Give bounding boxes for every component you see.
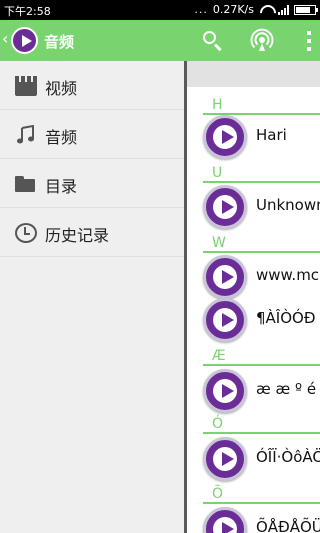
section-header-o-tilde: Õ <box>187 484 320 505</box>
drawer-item-audio[interactable]: 音频 <box>0 110 184 159</box>
app-logo-icon[interactable] <box>11 27 38 54</box>
section-header-u: U <box>187 163 320 184</box>
drawer-item-label: 历史记录 <box>45 226 110 245</box>
battery-icon <box>294 4 318 15</box>
search-icon <box>203 31 216 44</box>
page-title: 音频 <box>44 33 75 51</box>
drawer-item-video[interactable]: 视频 <box>0 61 184 110</box>
section-letter: Õ <box>212 486 224 502</box>
film-icon <box>15 76 37 96</box>
play-icon[interactable] <box>203 255 247 299</box>
drawer-item-label: 目录 <box>45 177 78 196</box>
drawer-item-label: 视频 <box>45 79 78 98</box>
nav-drawer: 视频 音频 目录 历史记录 <box>0 61 184 533</box>
more-vert-icon[interactable] <box>296 28 320 54</box>
play-icon[interactable] <box>203 369 247 413</box>
section-letter: H <box>212 97 223 113</box>
list-item[interactable]: Hari <box>187 112 320 160</box>
wifi-icon <box>259 5 273 15</box>
play-icon[interactable] <box>203 507 247 533</box>
section-letter: W <box>212 235 226 251</box>
history-clock-icon <box>15 223 37 243</box>
folder-icon <box>15 174 37 194</box>
drawer-item-history[interactable]: 历史记录 <box>0 208 184 257</box>
list-item[interactable]: Unknown <box>187 182 320 230</box>
section-letter: Ó <box>212 416 224 432</box>
list-item[interactable]: ÕÅÐÅÕÜ <box>187 504 320 533</box>
track-title: ÕÅÐÅÕÜ <box>256 518 320 533</box>
cast-button[interactable] <box>249 28 275 54</box>
audio-list[interactable]: H Hari U Unknown W www.mc ¶ÀÎÒÓÐ Æ æ æ º… <box>187 61 320 533</box>
search-icon-handle <box>213 43 222 52</box>
track-title: æ æ º é <box>256 380 317 398</box>
status-dots: ... <box>194 3 208 16</box>
drawer-item-label: 音频 <box>45 128 78 147</box>
track-title: www.mc <box>256 266 320 284</box>
track-title: Unknown <box>256 196 320 214</box>
section-header-ae: Æ <box>187 346 320 367</box>
drawer-item-directory[interactable]: 目录 <box>0 159 184 208</box>
section-letter: Æ <box>212 348 226 364</box>
section-letter: U <box>212 165 223 181</box>
back-chevron-icon[interactable]: ‹ <box>2 31 8 47</box>
play-icon[interactable] <box>203 115 247 159</box>
app-header: ‹ 音频 <box>0 20 320 61</box>
list-item[interactable]: æ æ º é <box>187 366 320 414</box>
play-icon[interactable] <box>203 298 247 342</box>
list-item[interactable]: www.mc <box>187 252 320 300</box>
signal-icon <box>278 4 289 15</box>
play-icon[interactable] <box>203 437 247 481</box>
status-time: 下午2:58 <box>4 5 51 18</box>
track-title: Hari <box>256 126 287 144</box>
status-right: ... 0.27K/s <box>194 3 318 16</box>
track-title: ÓÎÏ·ÒôÀÖ <box>256 448 320 466</box>
track-title: ¶ÀÎÒÓÐ <box>256 309 316 327</box>
music-note-icon <box>17 125 34 144</box>
list-item[interactable]: ¶ÀÎÒÓÐ <box>187 295 320 343</box>
cast-icon <box>250 28 274 51</box>
list-top-bar <box>187 61 320 87</box>
play-icon[interactable] <box>203 185 247 229</box>
search-button[interactable] <box>200 28 226 54</box>
status-bar: 下午2:58 ... 0.27K/s <box>0 0 320 20</box>
section-header-w: W <box>187 233 320 254</box>
network-speed: 0.27K/s <box>212 3 254 16</box>
list-item[interactable]: ÓÎÏ·ÒôÀÖ <box>187 434 320 482</box>
section-header-o-acute: Ó <box>187 414 320 435</box>
